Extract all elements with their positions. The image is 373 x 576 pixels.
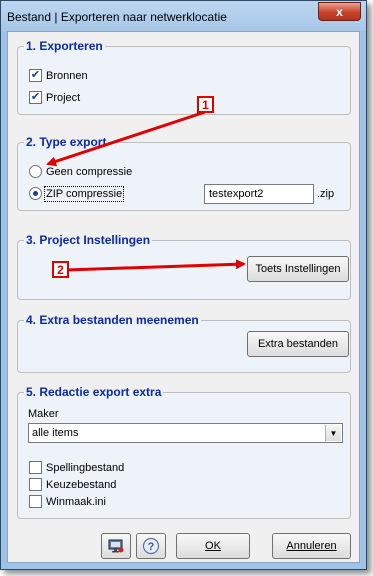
annotation-arrow-1 bbox=[46, 110, 206, 167]
annotation-callout-1-label: 1 bbox=[202, 97, 209, 112]
annotation-arrow-2 bbox=[65, 259, 246, 272]
annotation-callout-1: 1 bbox=[197, 96, 214, 113]
annotation-callout-2-label: 2 bbox=[57, 262, 64, 277]
annotation-callout-2: 2 bbox=[52, 261, 69, 278]
annotation-overlay bbox=[46, 110, 246, 272]
